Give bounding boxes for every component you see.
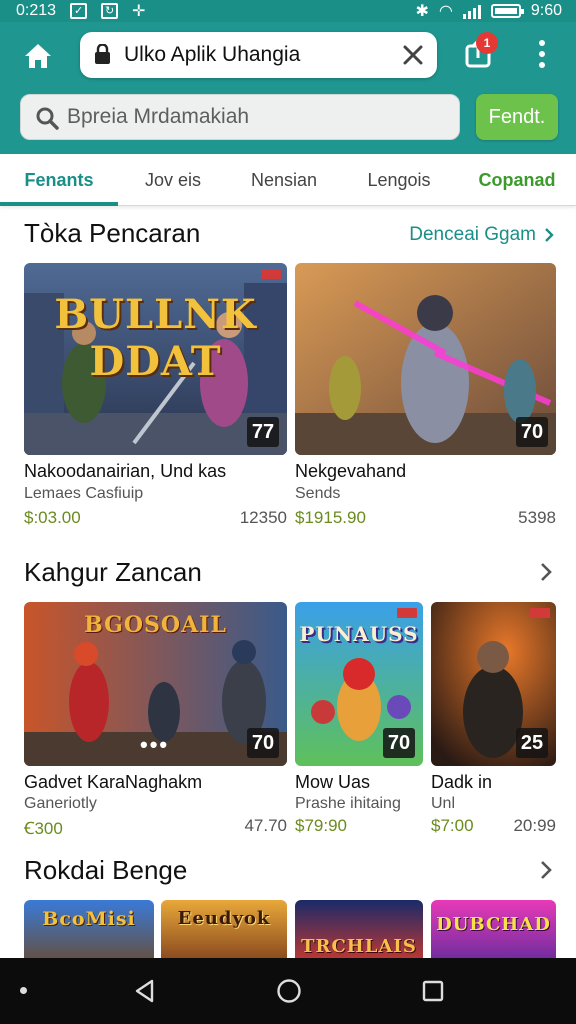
corner-tag	[530, 608, 550, 618]
search-icon	[36, 107, 59, 130]
thumbnail-title: Eeudyok	[177, 908, 271, 929]
game-price: $1915.90	[295, 508, 366, 527]
system-nav-bar	[0, 958, 576, 1024]
game-card[interactable]: BcoMisi	[24, 900, 154, 970]
corner-tag	[261, 269, 281, 279]
game-name: Dadk in	[431, 772, 493, 792]
rating-badge: 70	[247, 728, 279, 758]
thumbnail-title: PUNAUSS	[299, 622, 419, 646]
game-card[interactable]: 25 Dadk in Unl $7:00 20:99	[431, 602, 556, 836]
status-time-right: 9:60	[530, 2, 562, 19]
nav-dot-icon	[20, 987, 27, 994]
thumbnail-title: DUBCHAD	[436, 914, 551, 935]
tab-copanad[interactable]: Copanad	[458, 154, 576, 206]
app-header: Ulko Aplik Uhangia 1 Fendt.	[0, 22, 576, 154]
game-price: $:03.00	[24, 508, 81, 527]
section-title-1: Tòka Pencaran	[24, 218, 201, 248]
game-card[interactable]: BGOSOAIL ••• 70 Gadvet KaraNaghakm Ganer…	[24, 602, 287, 838]
nav-back-icon[interactable]	[132, 978, 158, 1004]
chevron-right-icon	[545, 228, 554, 242]
sync-notification-icon: ↻	[101, 3, 119, 19]
game-thumbnail: 25	[431, 602, 556, 766]
more-dots: •••	[140, 732, 170, 757]
game-name: Nekgevahand	[295, 461, 407, 481]
game-thumbnail: BGOSOAIL ••• 70	[24, 602, 287, 766]
corner-tag	[397, 608, 417, 618]
notification-badge: 1	[476, 32, 498, 54]
game-card[interactable]: DUBCHAD	[431, 900, 556, 970]
check-notification-icon: ✓	[70, 3, 88, 19]
game-developer: Lemaes Casfiuip	[24, 485, 144, 502]
game-thumbnail: BULLNK DDAT 77	[24, 263, 287, 455]
see-all-label: Denceai Ggam	[409, 224, 536, 245]
game-name: Mow Uas	[295, 772, 371, 792]
game-developer: Sends	[295, 485, 341, 502]
game-count: 5398	[518, 508, 556, 527]
thumbnail-title: TRCHLAIS	[301, 936, 417, 957]
game-card[interactable]: BULLNK DDAT 77 Nakoodanairian, Und kas L…	[24, 263, 287, 527]
search-box	[20, 94, 460, 140]
game-count: 47.70	[244, 816, 287, 835]
game-thumbnail: 70	[295, 263, 556, 455]
game-name: Nakoodanairian, Und kas	[24, 461, 227, 481]
nav-home-icon[interactable]	[276, 978, 302, 1004]
rating-badge: 25	[516, 728, 548, 758]
game-price: $79:90	[295, 816, 347, 835]
section-title-3: Rokdai Benge	[24, 855, 188, 885]
lock-icon	[95, 44, 110, 64]
home-icon[interactable]	[22, 40, 54, 72]
thumbnail-title: BULLNK DDAT	[54, 291, 257, 385]
thumbnail-title: BGOSOAIL	[84, 612, 227, 638]
chevron-right-icon[interactable]	[540, 562, 552, 582]
search-button[interactable]: Fendt.	[476, 94, 558, 140]
game-developer: Ganeriotly	[24, 795, 97, 812]
menu-icon[interactable]	[534, 40, 550, 68]
tab-indicator	[0, 202, 118, 206]
battery-icon	[490, 4, 524, 18]
game-price: Ꞓ300	[24, 819, 63, 838]
game-developer: Unl	[431, 795, 456, 812]
game-card[interactable]: TRCHLAIS	[295, 900, 423, 970]
plus-notification-icon: ✛	[132, 3, 146, 20]
tab-fenants[interactable]: Fenants	[0, 154, 118, 206]
category-tabs: Fenants Jov eis Nensian Lengois Copanad	[0, 154, 576, 206]
game-card[interactable]: Eeudyok	[161, 900, 287, 970]
chevron-right-icon[interactable]	[540, 860, 552, 880]
status-bar: 0:213 ✓ ↻ ✛ ✱ ◠ 9:60	[0, 0, 576, 22]
game-name: Gadvet KaraNaghakm	[24, 772, 203, 792]
game-count: 12350	[239, 508, 287, 527]
url-text: Ulko Aplik Uhangia	[124, 43, 301, 66]
section-title-2: Kahgur Zancan	[24, 557, 202, 587]
thumbnail-title: BcoMisi	[42, 908, 136, 930]
url-bar[interactable]: Ulko Aplik Uhangia	[80, 32, 437, 78]
close-icon[interactable]	[401, 43, 425, 67]
nav-recent-icon[interactable]	[422, 980, 444, 1002]
game-thumbnail: PUNAUSS 70	[295, 602, 423, 766]
rating-badge: 77	[247, 417, 279, 447]
game-price: $7:00	[431, 816, 474, 835]
bluetooth-icon: ✱	[415, 3, 429, 20]
status-time-left: 0:213	[16, 2, 57, 19]
game-card[interactable]: PUNAUSS 70 Mow Uas Prashe ihitaing $79:9…	[295, 602, 423, 836]
see-all-link[interactable]: Denceai Ggam	[409, 224, 554, 246]
search-input[interactable]	[67, 95, 447, 139]
game-developer: Prashe ihitaing	[295, 795, 401, 812]
signal-icon	[462, 3, 481, 19]
tab-nensian[interactable]: Nensian	[228, 154, 340, 206]
rating-badge: 70	[383, 728, 415, 758]
game-count: 20:99	[513, 816, 556, 835]
rating-badge: 70	[516, 417, 548, 447]
tab-joveis[interactable]: Jov eis	[118, 154, 228, 206]
tab-lengois[interactable]: Lengois	[340, 154, 458, 206]
game-card[interactable]: 70 Nekgevahand Sends $1915.90 5398	[295, 263, 556, 527]
wifi-icon: ◠	[438, 3, 453, 20]
